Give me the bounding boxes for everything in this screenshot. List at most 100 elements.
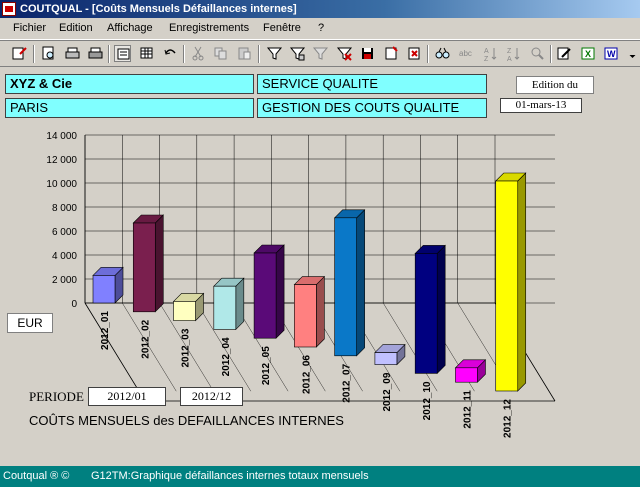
toolbar: abc AZ ZA X W xyxy=(0,40,640,67)
bar-side xyxy=(275,244,285,339)
bar-2012_02 xyxy=(132,222,156,313)
window-title: COUTQUAL - [Coûts Mensuels Défaillances … xyxy=(20,3,297,15)
toolbar-separator xyxy=(183,45,185,63)
filter-by-selection-icon[interactable] xyxy=(266,45,283,62)
bar-2012_05 xyxy=(253,252,277,339)
x-tick-label: 2012_03 xyxy=(181,328,192,367)
y-tick-label: 14 000 xyxy=(46,131,77,142)
copy-icon[interactable] xyxy=(212,45,229,62)
undo-icon[interactable] xyxy=(162,45,179,62)
x-tick-label: 2012_07 xyxy=(342,363,353,402)
bar-2012_03 xyxy=(173,301,196,321)
svg-text:A: A xyxy=(507,56,512,62)
report-name-field[interactable]: GESTION DES COUTS QUALITE xyxy=(257,98,487,118)
zoom-icon[interactable] xyxy=(529,45,546,62)
toolbar-separator xyxy=(258,45,260,63)
period-from-field[interactable]: 2012/01 xyxy=(88,387,166,406)
city-field[interactable]: PARIS xyxy=(5,98,254,118)
excel-icon[interactable]: X xyxy=(580,45,597,62)
x-tick-label: 2012_04 xyxy=(221,337,232,376)
currency-label: EUR xyxy=(7,313,53,333)
status-app-name: Coutqual ® © xyxy=(3,470,70,482)
edition-date-field[interactable]: 01-mars-13 xyxy=(500,98,582,113)
bar-2012_06 xyxy=(294,284,317,348)
y-tick-label: 12 000 xyxy=(46,155,77,166)
toolbar-separator xyxy=(550,45,552,63)
svg-text:A: A xyxy=(484,48,489,55)
filter-by-form-icon[interactable] xyxy=(289,45,306,62)
toolbar-separator xyxy=(427,45,429,63)
toolbar-overflow-icon[interactable] xyxy=(624,45,636,62)
bar-side xyxy=(356,209,365,357)
print-preview-icon[interactable] xyxy=(40,45,57,62)
svg-text:W: W xyxy=(607,49,616,59)
department-field[interactable]: SERVICE QUALITE xyxy=(257,74,487,94)
word-icon[interactable]: W xyxy=(603,45,620,62)
cut-icon[interactable] xyxy=(190,45,207,62)
bar-2012_04 xyxy=(213,285,237,330)
delete-record-icon[interactable] xyxy=(406,45,423,62)
x-tick-label: 2012_10 xyxy=(422,381,433,420)
bar-2012_11 xyxy=(455,367,478,383)
app-icon[interactable] xyxy=(2,2,16,16)
paste-icon[interactable] xyxy=(236,45,253,62)
x-tick-label: 2012_01 xyxy=(100,311,111,350)
bar-2012_10 xyxy=(414,253,438,374)
menu-affichage[interactable]: Affichage xyxy=(107,22,153,34)
menu-bar: Fichier Edition Affichage Enregistrement… xyxy=(0,19,640,40)
toolbar-separator xyxy=(33,45,35,63)
floor-gridline xyxy=(84,302,140,392)
new-record-icon[interactable] xyxy=(383,45,400,62)
status-bar: Coutqual ® © G12TM:Graphique défaillance… xyxy=(0,466,640,487)
print-icon[interactable] xyxy=(64,45,81,62)
menu-help[interactable]: ? xyxy=(318,22,324,34)
datasheet-view-icon[interactable] xyxy=(138,45,155,62)
period-to-field[interactable]: 2012/12 xyxy=(180,387,243,406)
company-field[interactable]: XYZ & Cie xyxy=(5,74,254,94)
x-tick-label: 2012_05 xyxy=(261,346,272,385)
svg-text:X: X xyxy=(585,49,591,59)
y-tick-label: 8 000 xyxy=(52,203,77,214)
x-tick-label: 2012_12 xyxy=(503,399,514,438)
apply-filter-icon[interactable] xyxy=(312,45,329,62)
menu-fichier[interactable]: Fichier xyxy=(13,22,46,34)
form-view-icon[interactable] xyxy=(114,45,131,62)
y-tick-label: 10 000 xyxy=(46,179,77,190)
x-tick-label: 2012_06 xyxy=(301,355,312,394)
period-label: PERIODE xyxy=(29,389,84,404)
bar-2012_01 xyxy=(92,275,116,304)
svg-text:abc: abc xyxy=(459,49,472,58)
y-tick-label: 0 xyxy=(71,299,77,310)
svg-text:Z: Z xyxy=(507,48,512,55)
svg-text:Z: Z xyxy=(484,56,489,62)
remove-filter-icon[interactable] xyxy=(336,45,353,62)
status-message: G12TM:Graphique défaillances internes to… xyxy=(91,470,369,482)
edit-icon[interactable] xyxy=(556,45,573,62)
bar-side xyxy=(517,172,527,392)
x-tick-label: 2012_02 xyxy=(140,319,151,358)
y-tick-label: 2 000 xyxy=(52,275,77,286)
bar-side xyxy=(436,244,446,375)
bar-side xyxy=(154,214,164,313)
edition-label: Edition du xyxy=(516,76,594,94)
design-view-icon[interactable] xyxy=(11,45,28,62)
toolbar-separator xyxy=(108,45,110,63)
bar-2012_12 xyxy=(495,180,519,392)
menu-enregistrements[interactable]: Enregistrements xyxy=(169,22,249,34)
menu-edition[interactable]: Edition xyxy=(59,22,93,34)
sort-ascending-icon[interactable]: AZ xyxy=(482,45,499,62)
title-bar: COUTQUAL - [Coûts Mensuels Défaillances … xyxy=(0,0,640,18)
x-tick-label: 2012_11 xyxy=(462,390,473,429)
bar-2012_09 xyxy=(374,352,398,365)
x-tick-label: 2012_09 xyxy=(382,372,393,411)
sort-descending-icon[interactable]: ZA xyxy=(505,45,522,62)
y-tick-label: 6 000 xyxy=(52,227,77,238)
spelling-icon[interactable]: abc xyxy=(458,45,475,62)
y-tick-label: 4 000 xyxy=(52,251,77,262)
menu-fenetre[interactable]: Fenêtre xyxy=(263,22,301,34)
print-icon[interactable] xyxy=(87,45,104,62)
chart-title: COÛTS MENSUELS des DEFAILLANCES INTERNES xyxy=(29,413,344,428)
save-record-icon[interactable] xyxy=(359,45,376,62)
find-icon[interactable] xyxy=(434,45,451,62)
bar-side xyxy=(235,277,245,331)
